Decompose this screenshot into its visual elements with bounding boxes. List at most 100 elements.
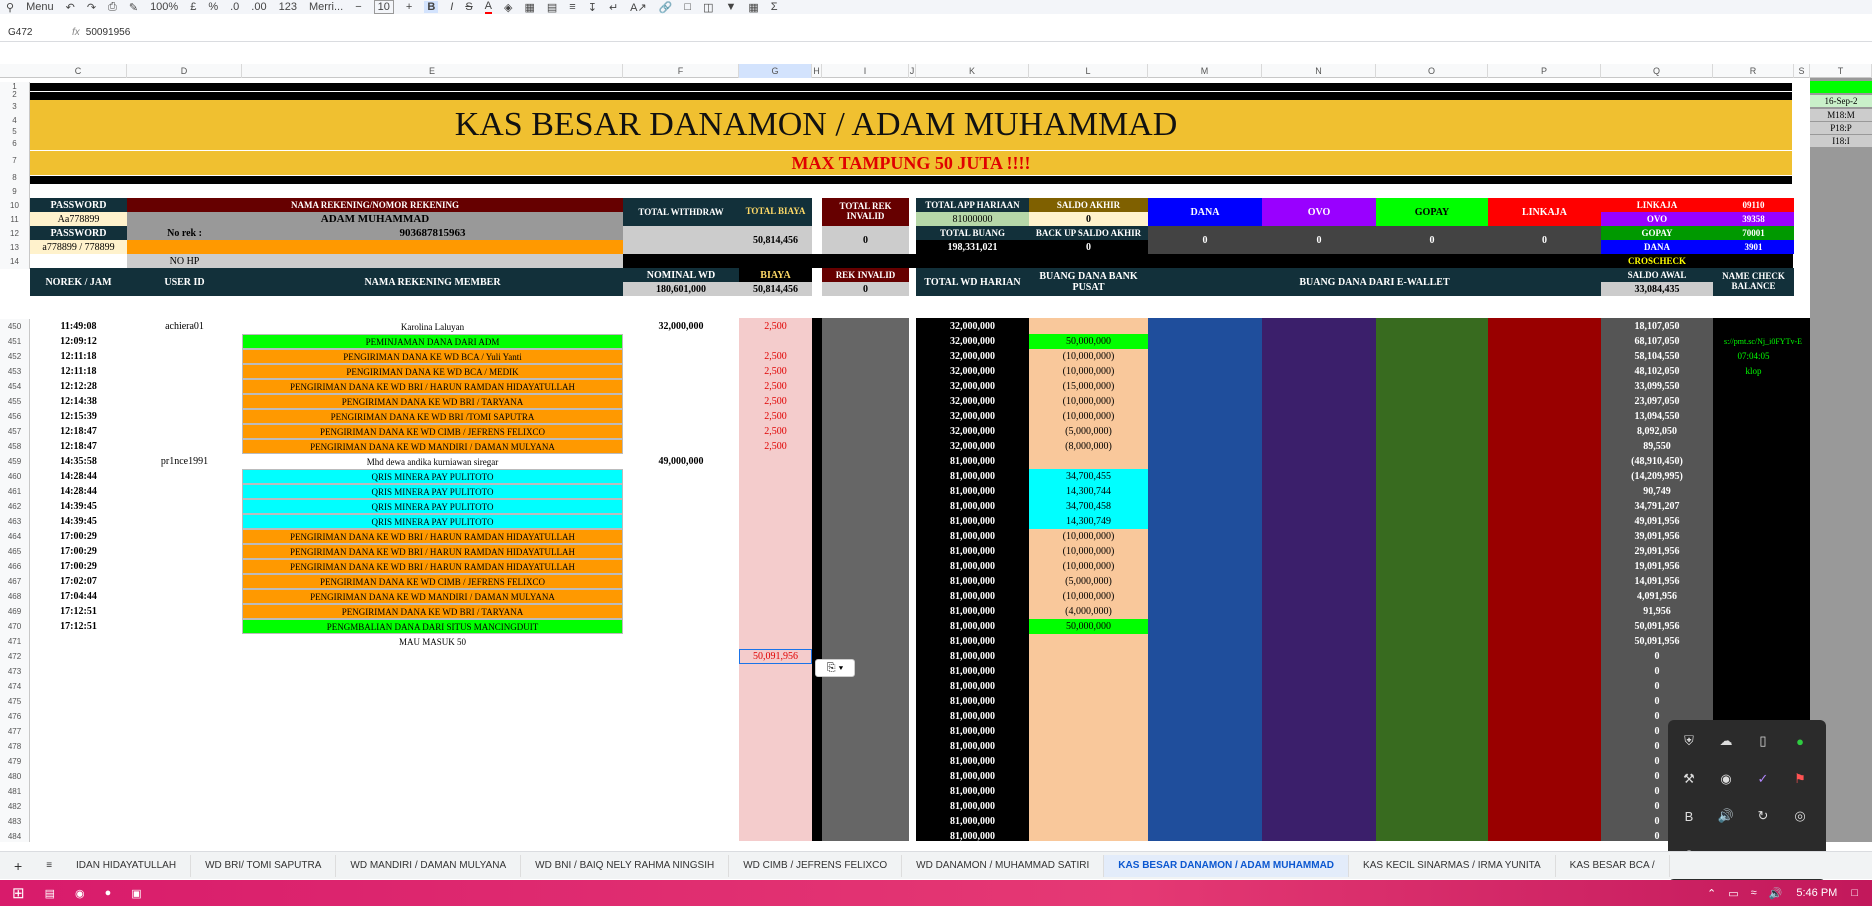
col-header-j[interactable]: J bbox=[909, 64, 916, 78]
row-number[interactable]: 451 bbox=[0, 334, 30, 349]
col-header-p[interactable]: P bbox=[1488, 64, 1601, 78]
row-saldo-awal[interactable]: 91,956 bbox=[1601, 604, 1713, 619]
row-saldo-awal[interactable]: 89,550 bbox=[1601, 439, 1713, 454]
row-number[interactable]: 11 bbox=[0, 213, 30, 227]
row-number[interactable]: 457 bbox=[0, 424, 30, 439]
row-bank[interactable] bbox=[1029, 319, 1148, 334]
row-user-id[interactable] bbox=[127, 514, 242, 529]
row-user-id[interactable] bbox=[127, 544, 242, 559]
percent-button[interactable]: % bbox=[208, 1, 218, 13]
font-size-plus[interactable]: + bbox=[406, 1, 412, 13]
sheet-title[interactable]: KAS BESAR DANAMON / ADAM MUHAMMAD bbox=[30, 100, 1602, 150]
row-biaya[interactable] bbox=[739, 679, 812, 694]
row-user-id[interactable] bbox=[127, 664, 242, 679]
row-total-wd[interactable]: 32,000,000 bbox=[916, 409, 1029, 424]
saldo-akhir-value[interactable]: 0 bbox=[1029, 212, 1148, 226]
row-jam[interactable]: 12:18:47 bbox=[30, 439, 127, 454]
vpn-icon[interactable]: ◎ bbox=[1787, 803, 1813, 829]
col-header-e[interactable]: E bbox=[242, 64, 623, 78]
row-bank[interactable]: (10,000,000) bbox=[1029, 559, 1148, 574]
row-number[interactable]: 462 bbox=[0, 499, 30, 514]
row-nominal[interactable] bbox=[623, 529, 739, 544]
borders-icon[interactable]: ▦ bbox=[524, 1, 534, 14]
row-user-id[interactable] bbox=[127, 469, 242, 484]
total-rek-invalid-label[interactable]: TOTAL REK INVALID bbox=[822, 198, 909, 226]
row-bank[interactable] bbox=[1029, 454, 1148, 469]
row-bank[interactable] bbox=[1029, 829, 1148, 842]
currency-button[interactable]: £ bbox=[190, 1, 196, 13]
nama-member-header[interactable]: NAMA REKENING MEMBER bbox=[242, 268, 623, 296]
total-buang-value[interactable]: 198,331,021 bbox=[916, 240, 1029, 254]
row-user-id[interactable] bbox=[127, 589, 242, 604]
row-number[interactable]: 2 bbox=[0, 91, 30, 99]
row-biaya[interactable] bbox=[739, 754, 812, 769]
row-user-id[interactable] bbox=[127, 559, 242, 574]
row-nama[interactable]: PENGIRIMAN DANA KE WD BRI / TARYANA bbox=[242, 394, 623, 409]
row-number[interactable]: 460 bbox=[0, 469, 30, 484]
row-saldo-awal[interactable]: 39,091,956 bbox=[1601, 529, 1713, 544]
row-number[interactable]: 464 bbox=[0, 529, 30, 544]
filter-views-icon[interactable]: ▦ bbox=[748, 1, 758, 14]
row-bank[interactable]: 14,300,749 bbox=[1029, 514, 1148, 529]
row-user-id[interactable] bbox=[127, 694, 242, 709]
row-number[interactable]: 466 bbox=[0, 559, 30, 574]
row-saldo-awal[interactable]: 13,094,550 bbox=[1601, 409, 1713, 424]
row-bank[interactable]: (10,000,000) bbox=[1029, 364, 1148, 379]
row-number[interactable]: 477 bbox=[0, 724, 30, 739]
format-number-button[interactable]: 123 bbox=[279, 1, 297, 13]
col-header-m[interactable]: M bbox=[1148, 64, 1262, 78]
app-red-icon[interactable]: ● bbox=[105, 887, 112, 899]
row-number[interactable]: 469 bbox=[0, 604, 30, 619]
row-bank[interactable] bbox=[1029, 784, 1148, 799]
row-number[interactable]: 450 bbox=[0, 319, 30, 334]
side-value[interactable]: 3901 bbox=[1713, 240, 1794, 254]
row-number[interactable]: 9 bbox=[0, 185, 30, 199]
row-bank[interactable] bbox=[1029, 814, 1148, 829]
biaya-header[interactable]: BIAYA bbox=[739, 268, 812, 282]
row-total-wd[interactable]: 81,000,000 bbox=[916, 604, 1029, 619]
cloud-off-icon[interactable]: ☁ bbox=[1713, 728, 1739, 754]
row-biaya[interactable] bbox=[739, 454, 812, 469]
row-total-wd[interactable]: 81,000,000 bbox=[916, 829, 1029, 842]
dana-value[interactable]: 0 bbox=[1148, 226, 1262, 254]
tab-daman[interactable]: WD MANDIRI / DAMAN MULYANA bbox=[336, 854, 522, 877]
row-total-wd[interactable]: 32,000,000 bbox=[916, 424, 1029, 439]
row-bank[interactable]: 14,300,744 bbox=[1029, 484, 1148, 499]
row-number[interactable]: 482 bbox=[0, 799, 30, 814]
row-number[interactable]: 481 bbox=[0, 784, 30, 799]
row-nama[interactable] bbox=[242, 799, 623, 814]
tab-tomi[interactable]: WD BRI/ TOMI SAPUTRA bbox=[191, 854, 337, 877]
row-nominal[interactable] bbox=[623, 559, 739, 574]
row-nominal[interactable]: 32,000,000 bbox=[623, 319, 739, 334]
biaya-value[interactable]: 50,814,456 bbox=[739, 282, 812, 296]
row-saldo-awal[interactable]: 48,102,050 bbox=[1601, 364, 1713, 379]
row-saldo-awal[interactable]: (48,910,450) bbox=[1601, 454, 1713, 469]
row-saldo-awal[interactable]: 19,091,956 bbox=[1601, 559, 1713, 574]
row-number[interactable]: 484 bbox=[0, 829, 30, 842]
row-nominal[interactable] bbox=[623, 754, 739, 769]
row-total-wd[interactable]: 81,000,000 bbox=[916, 769, 1029, 784]
row-bank[interactable]: (10,000,000) bbox=[1029, 409, 1148, 424]
row-saldo-awal[interactable]: 29,091,956 bbox=[1601, 544, 1713, 559]
row-saldo-awal[interactable]: 33,099,550 bbox=[1601, 379, 1713, 394]
row-total-wd[interactable]: 81,000,000 bbox=[916, 664, 1029, 679]
row-jam[interactable] bbox=[30, 799, 127, 814]
row-saldo-awal[interactable]: 34,791,207 bbox=[1601, 499, 1713, 514]
ovo-value[interactable]: 0 bbox=[1262, 226, 1376, 254]
t-ref[interactable]: P18:P bbox=[1810, 122, 1872, 134]
row-saldo-awal[interactable]: 14,091,956 bbox=[1601, 574, 1713, 589]
row-bank[interactable]: (10,000,000) bbox=[1029, 544, 1148, 559]
paint-format-icon[interactable]: ✎ bbox=[129, 1, 138, 14]
row-nominal[interactable] bbox=[623, 649, 739, 664]
row-user-id[interactable] bbox=[127, 364, 242, 379]
row-jam[interactable]: 12:11:18 bbox=[30, 364, 127, 379]
orange-bar[interactable] bbox=[127, 240, 623, 254]
row-nama[interactable]: Mhd dewa andika kurniawan siregar bbox=[242, 454, 623, 469]
row-user-id[interactable] bbox=[127, 379, 242, 394]
chat-icon[interactable]: ● bbox=[1787, 728, 1813, 754]
row-number[interactable]: 461 bbox=[0, 484, 30, 499]
row-nominal[interactable] bbox=[623, 394, 739, 409]
row-user-id[interactable] bbox=[127, 799, 242, 814]
row-nominal[interactable] bbox=[623, 724, 739, 739]
row-biaya[interactable] bbox=[739, 499, 812, 514]
